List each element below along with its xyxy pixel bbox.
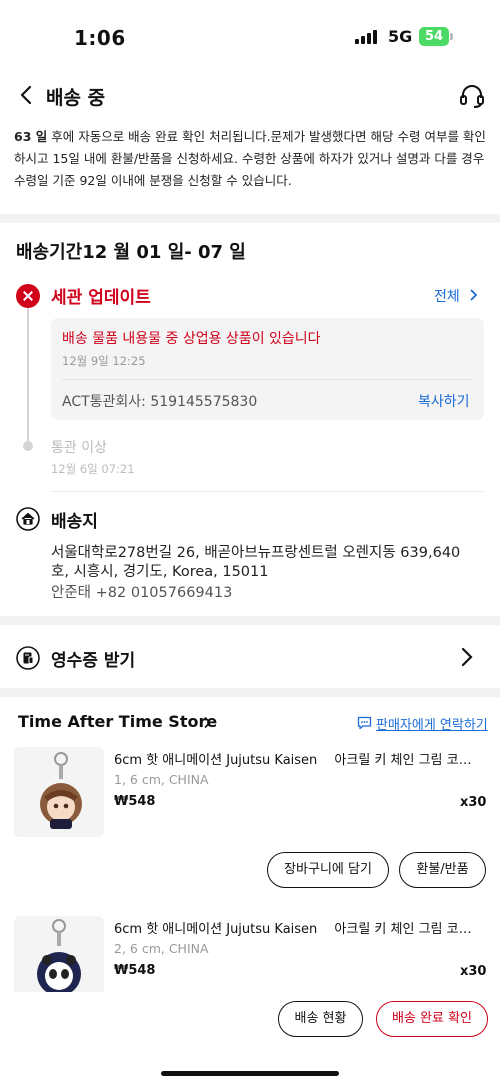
timeline-dot (23, 441, 33, 451)
previous-event-time: 12월 6일 07:21 (51, 462, 135, 476)
battery-level: 54 (419, 27, 449, 46)
customs-card: 배송 물품 내용물 중 상업용 상품이 있습니다 12월 9일 12:25 AC… (51, 318, 484, 420)
store-name[interactable]: Time After Time Store (18, 712, 217, 731)
receipt-icon (16, 646, 40, 670)
product-quantity: x30 (460, 795, 487, 810)
product-option: 1, 6 cm, CHINA (114, 772, 209, 787)
product-name[interactable]: 6cm 핫 애니메이션 Jujutsu Kaisen 아크릴 키 체인 그림 코… (114, 918, 482, 937)
receipt-title: 영수증 받기 (51, 651, 136, 671)
card-divider (62, 379, 473, 380)
delivery-status-button[interactable]: 배송 현황 (278, 1001, 363, 1037)
chevron-right-icon[interactable] (468, 289, 478, 301)
network-label: 5G (388, 27, 413, 46)
home-indicator (161, 1071, 339, 1076)
app-header: 배송 중 (0, 74, 500, 118)
tracking-number: ACT통관회사: 519145575830 (62, 394, 258, 410)
contact-seller-link[interactable]: 판매자에게 연락하기 (376, 714, 488, 733)
update-title: 세관 업데이트 (51, 288, 151, 308)
previous-event-title: 통관 이상 (51, 440, 107, 456)
customs-time: 12월 9일 12:25 (62, 354, 146, 368)
notice-text: 후에 자동으로 배송 완료 확인 처리됩니다.문제가 발생했다면 해당 수령 여… (14, 129, 486, 188)
delivery-period: 배송기간12 월 01 일- 07 일 (16, 242, 246, 263)
product-quantity: x30 (460, 964, 487, 979)
product-thumbnail[interactable] (14, 747, 104, 837)
refund-button[interactable]: 환불/반품 (399, 852, 486, 888)
customs-message: 배송 물품 내용물 중 상업용 상품이 있습니다 (62, 331, 321, 347)
signal-icon (355, 30, 381, 44)
product-price: ₩548 (114, 963, 156, 978)
chevron-right-icon[interactable] (460, 647, 474, 667)
section-divider (0, 616, 500, 625)
product-option: 2, 6 cm, CHINA (114, 941, 209, 956)
notice-days: 63 일 (14, 129, 48, 144)
add-to-cart-button[interactable]: 장바구니에 담기 (267, 852, 389, 888)
section-divider (0, 214, 500, 223)
product-name[interactable]: 6cm 핫 애니메이션 Jujutsu Kaisen 아크릴 키 체인 그림 코… (114, 749, 482, 768)
keychain-image (40, 752, 82, 829)
section-divider (0, 688, 500, 697)
address-title: 배송지 (51, 512, 98, 532)
timeline-line (27, 305, 29, 445)
battery-icon: 54 (419, 27, 453, 46)
address-contact: 안준태 +82 01057669413 (51, 585, 233, 601)
headset-icon[interactable] (458, 82, 486, 110)
address-line-2: 호, 시흥시, 경기도, Korea, 15011 (51, 564, 269, 580)
status-time: 1:06 (74, 26, 126, 50)
address-line-1: 서울대학로278번길 26, 배곧아브뉴프랑센트럴 오렌지동 639,640 (51, 545, 461, 561)
confirm-delivery-button[interactable]: 배송 완료 확인 (376, 1001, 488, 1037)
chat-icon[interactable] (357, 716, 372, 730)
page-title: 배송 중 (46, 87, 106, 109)
status-bar: 1:06 5G 54 (0, 0, 500, 70)
home-icon (16, 507, 40, 531)
error-icon (16, 284, 40, 308)
view-all-link[interactable]: 전체 (434, 286, 460, 306)
copy-button[interactable]: 복사하기 (418, 391, 470, 411)
back-icon[interactable] (14, 82, 40, 108)
chevron-right-icon[interactable] (203, 716, 212, 729)
product-price: ₩548 (114, 794, 156, 809)
auto-confirm-notice: 63 일 후에 자동으로 배송 완료 확인 처리됩니다.문제가 발생했다면 해당… (14, 126, 488, 192)
divider (51, 491, 484, 492)
